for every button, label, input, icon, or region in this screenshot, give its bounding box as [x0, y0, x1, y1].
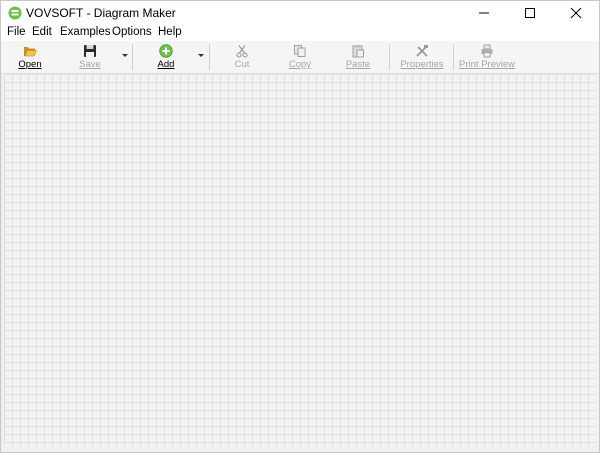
copy-label: Copy [288, 59, 312, 70]
folder-open-icon [24, 47, 37, 57]
maximize-button[interactable] [507, 1, 553, 25]
close-icon [570, 7, 582, 19]
save-button[interactable]: Save [69, 42, 111, 72]
print-preview-button[interactable]: Print Preview [459, 42, 515, 72]
toolbar-separator [453, 44, 454, 70]
properties-label: Properties [400, 59, 444, 70]
cut-button[interactable]: Cut [221, 42, 263, 72]
save-label: Save [79, 59, 101, 70]
toolbar-separator [132, 44, 133, 70]
paste-label: Paste [345, 59, 371, 70]
open-label: Open [18, 59, 42, 70]
copy-icon [294, 45, 306, 57]
paste-button[interactable]: Paste [337, 42, 379, 72]
toolbar-separator [389, 44, 390, 70]
add-label: Add [157, 59, 175, 70]
toolbar-separator [209, 44, 210, 70]
green-plus-circle-icon [159, 44, 173, 58]
minimize-button[interactable] [461, 1, 507, 25]
toolbar: Open Save Add Cut Copy Paste Properties … [1, 41, 599, 74]
menu-bar: File Edit Examples Options Help [1, 25, 599, 41]
copy-button[interactable]: Copy [279, 42, 321, 72]
save-dropdown-arrow-icon[interactable] [122, 54, 128, 57]
menu-options[interactable]: Options [111, 26, 153, 38]
minimize-icon [479, 12, 489, 14]
properties-button[interactable]: Properties [399, 42, 445, 72]
close-button[interactable] [553, 1, 599, 25]
menu-help[interactable]: Help [157, 26, 183, 38]
app-icon [8, 6, 22, 20]
printer-icon [481, 44, 493, 58]
window-title: VOVSOFT - Diagram Maker [26, 6, 176, 20]
add-button[interactable]: Add [145, 42, 187, 72]
diagram-canvas[interactable] [4, 74, 596, 446]
clipboard-icon [352, 45, 364, 58]
maximize-icon [525, 8, 535, 18]
add-dropdown-arrow-icon[interactable] [198, 54, 204, 57]
tools-icon [416, 45, 428, 57]
floppy-disk-icon [84, 45, 96, 57]
menu-edit[interactable]: Edit [31, 26, 53, 38]
cut-label: Cut [234, 59, 250, 70]
menu-file[interactable]: File [6, 26, 27, 38]
scissors-icon [236, 45, 248, 58]
print-preview-label: Print Preview [459, 59, 515, 70]
app-window: VOVSOFT - Diagram Maker File Edit Exampl… [0, 0, 600, 453]
menu-examples[interactable]: Examples [59, 26, 112, 38]
open-button[interactable]: Open [9, 42, 51, 72]
title-bar[interactable]: VOVSOFT - Diagram Maker [1, 1, 599, 25]
